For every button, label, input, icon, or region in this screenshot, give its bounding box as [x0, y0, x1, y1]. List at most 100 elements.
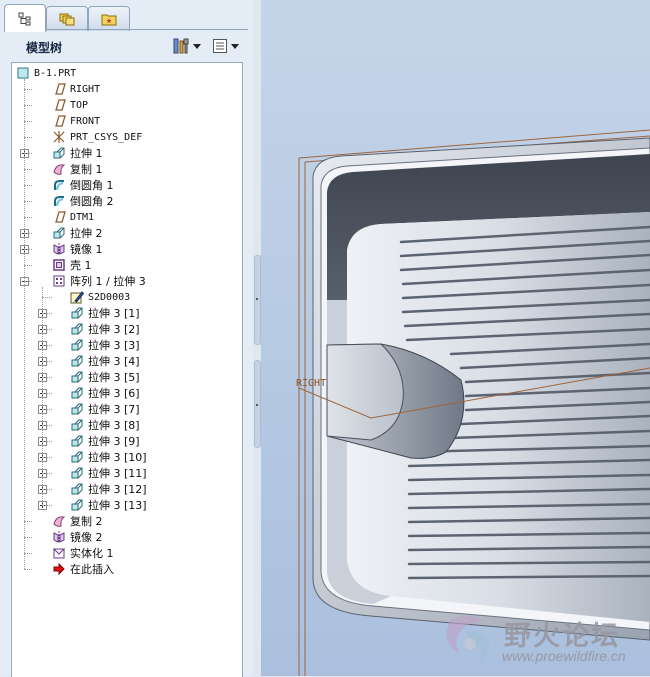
tree-node-label: S2D0003 [88, 291, 131, 303]
tree-connector [24, 89, 32, 90]
watermark-url: www.proewildfire.cn [502, 648, 626, 664]
copy-surface-icon [52, 514, 66, 528]
layer-tab[interactable] [46, 6, 88, 31]
tree-node[interactable]: 拉伸 3 [10] [70, 449, 147, 465]
tree-connector [42, 473, 52, 474]
tree-connector [42, 297, 52, 298]
extrude-icon [70, 386, 84, 400]
favorites-tab[interactable] [88, 6, 130, 31]
tree-header: 模型树 [4, 31, 248, 61]
layers-icon [59, 13, 75, 26]
splitter-grip-top[interactable] [254, 255, 261, 345]
tree-connector [42, 287, 43, 505]
graphics-window[interactable]: RIGHT [261, 0, 650, 676]
tree-node-label: 拉伸 3 [8] [88, 419, 140, 432]
datum-plane-icon [52, 82, 66, 96]
extrude-icon [70, 418, 84, 432]
tree-node[interactable]: 阵列 1 / 拉伸 3 [52, 273, 146, 289]
extrude-icon [52, 226, 66, 240]
tree-node-label: 拉伸 3 [2] [88, 323, 140, 336]
tree-node-label: DTM1 [70, 211, 95, 223]
tree-connector [42, 489, 52, 490]
tree-node[interactable]: TOP [52, 97, 88, 113]
tree-connector [42, 329, 52, 330]
tree-node-label: PRT_CSYS_DEF [70, 131, 143, 143]
tree-node[interactable]: 镜像 2 [52, 529, 103, 545]
tree-node[interactable]: 拉伸 2 [52, 225, 103, 241]
navigator-tabs [4, 4, 249, 32]
tree-node-label: 拉伸 3 [13] [88, 499, 147, 512]
tree-node[interactable]: 在此插入 [52, 561, 114, 577]
shell-icon [52, 258, 66, 272]
mirror-icon [52, 242, 66, 256]
tree-node-label: 复制 1 [70, 163, 103, 176]
tree-node-label: 拉伸 3 [10] [88, 451, 147, 464]
tree-node-label: 复制 2 [70, 515, 103, 528]
extrude-icon [70, 370, 84, 384]
tree-connector [42, 313, 52, 314]
tree-connector [24, 521, 32, 522]
tree-title: 模型树 [26, 41, 63, 55]
tree-node[interactable]: 拉伸 1 [52, 145, 103, 161]
tree-node[interactable]: 倒圆角 1 [52, 177, 114, 193]
tree-node[interactable]: 实体化 1 [52, 545, 114, 561]
tree-node[interactable]: DTM1 [52, 209, 94, 225]
tree-node[interactable]: 拉伸 3 [6] [70, 385, 140, 401]
tree-connector [24, 553, 32, 554]
tree-show-button[interactable] [212, 37, 239, 55]
tree-node[interactable]: 拉伸 3 [1] [70, 305, 140, 321]
tree-node[interactable]: 拉伸 3 [5] [70, 369, 140, 385]
tree-node[interactable]: 拉伸 3 [3] [70, 337, 140, 353]
model-3d-view: RIGHT [296, 129, 650, 676]
tree-node[interactable]: RIGHT [52, 81, 100, 97]
csys-icon [52, 130, 66, 144]
extrude-icon [70, 434, 84, 448]
tree-node[interactable]: 拉伸 3 [12] [70, 481, 147, 497]
tree-node[interactable]: B-1.PRT [16, 65, 76, 81]
pattern-icon [52, 274, 66, 288]
tree-node-label: 拉伸 3 [9] [88, 435, 140, 448]
tree-node[interactable]: 壳 1 [52, 257, 92, 273]
tree-node[interactable]: 拉伸 3 [9] [70, 433, 140, 449]
extrude-icon [70, 306, 84, 320]
model-tree-panel: 模型树 B-1.PRT RIGHT TOP FRONT PRT_CSYS_DEF 拉伸 1… [0, 0, 254, 677]
extrude-icon [70, 498, 84, 512]
model-tree[interactable]: B-1.PRT RIGHT TOP FRONT PRT_CSYS_DEF 拉伸 1 复制 1… [11, 62, 243, 677]
tree-node[interactable]: 拉伸 3 [13] [70, 497, 147, 513]
tree-connector [24, 217, 32, 218]
watermark: 野火论坛 www.proewildfire.cn [440, 608, 650, 676]
datum-right-label: RIGHT [296, 378, 326, 389]
tree-node-label: 拉伸 3 [1] [88, 307, 140, 320]
folder-star-icon [101, 14, 117, 26]
panel-splitter[interactable] [253, 0, 261, 676]
tree-node[interactable]: 拉伸 3 [7] [70, 401, 140, 417]
tree-connector [24, 201, 32, 202]
list-icon [213, 39, 227, 53]
tree-connector [42, 409, 52, 410]
tools-icon [173, 38, 189, 54]
tree-connector [24, 105, 32, 106]
tree-node[interactable]: 拉伸 3 [11] [70, 465, 147, 481]
tree-node[interactable]: 复制 1 [52, 161, 103, 177]
tree-node-label: 壳 1 [70, 259, 92, 272]
tree-node[interactable]: 倒圆角 2 [52, 193, 114, 209]
tree-connector [42, 377, 52, 378]
datum-plane-icon [52, 98, 66, 112]
tree-node[interactable]: 镜像 1 [52, 241, 103, 257]
tree-node[interactable]: PRT_CSYS_DEF [52, 129, 142, 145]
tree-connector [24, 281, 32, 282]
extrude-icon [70, 402, 84, 416]
model-tree-tab[interactable] [4, 4, 46, 32]
tree-node-label: 拉伸 3 [4] [88, 355, 140, 368]
tree-node-label: 拉伸 3 [5] [88, 371, 140, 384]
tree-node-label: 镜像 1 [70, 243, 103, 256]
solidify-icon [52, 546, 66, 560]
tree-settings-button[interactable] [172, 37, 201, 55]
tree-node[interactable]: FRONT [52, 113, 100, 129]
tree-node[interactable]: 拉伸 3 [8] [70, 417, 140, 433]
tree-connector [24, 137, 32, 138]
tree-node[interactable]: 复制 2 [52, 513, 103, 529]
tree-node[interactable]: S2D0003 [70, 289, 130, 305]
tree-node[interactable]: 拉伸 3 [4] [70, 353, 140, 369]
tree-node[interactable]: 拉伸 3 [2] [70, 321, 140, 337]
